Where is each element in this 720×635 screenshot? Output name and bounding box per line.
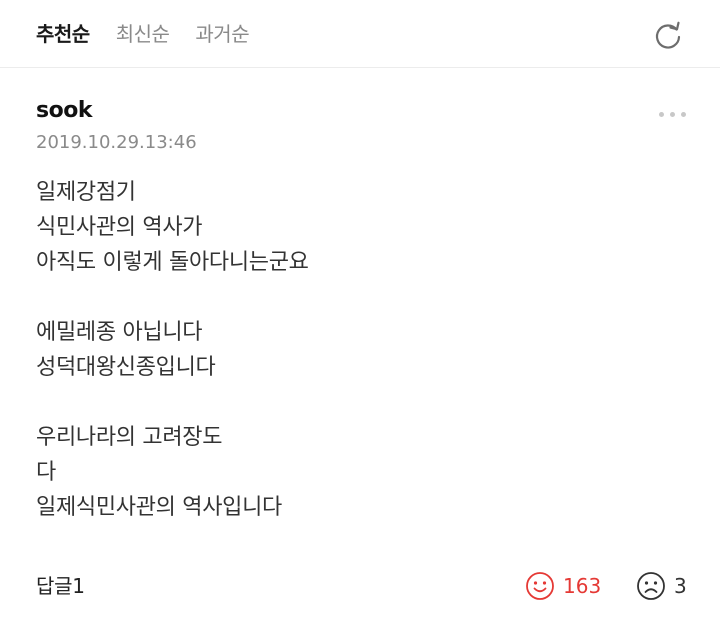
comment-body: 일제강점기 식민사관의 역사가 아직도 이렇게 돌아다니는군요 에밀레종 아닙니… bbox=[36, 175, 656, 525]
comment-line: 성덕대왕신종입니다 bbox=[36, 355, 216, 380]
dislike-button[interactable]: 3 bbox=[636, 568, 687, 604]
more-dots-icon[interactable] bbox=[659, 109, 689, 119]
refresh-icon[interactable] bbox=[651, 18, 685, 52]
comment-line: 식민사관의 역사가 bbox=[36, 215, 203, 240]
sort-bar: 추천순 최신순 과거순 bbox=[0, 0, 720, 68]
comment-line bbox=[36, 385, 656, 420]
sort-tab-recommended[interactable]: 추천순 bbox=[36, 18, 90, 50]
sort-tab-oldest[interactable]: 과거순 bbox=[195, 18, 249, 50]
like-button[interactable]: 163 bbox=[525, 568, 601, 604]
reply-button[interactable]: 답글1 bbox=[36, 568, 85, 604]
dislike-count: 3 bbox=[674, 574, 687, 598]
comment-footer: 답글1 163 3 bbox=[36, 568, 687, 604]
sort-tab-newest[interactable]: 최신순 bbox=[116, 18, 170, 50]
comment-line bbox=[36, 280, 656, 315]
comment-line: 다 bbox=[36, 460, 56, 485]
smile-icon bbox=[525, 571, 555, 601]
more-dot bbox=[659, 111, 664, 117]
comment-line: 아직도 이렇게 돌아다니는군요 bbox=[36, 250, 309, 275]
comment-item: sook 2019.10.29.13:46 일제강점기 식민사관의 역사가 아직… bbox=[36, 95, 689, 520]
comment-line: 에밀레종 아닙니다 bbox=[36, 320, 203, 345]
comment-page: 추천순 최신순 과거순 sook 2019.10.29.13:46 일제강점기 … bbox=[0, 0, 720, 635]
comment-author[interactable]: sook bbox=[36, 95, 686, 127]
sort-tabs: 추천순 최신순 과거순 bbox=[36, 18, 250, 50]
comment-line: 일제식민사관의 역사입니다 bbox=[36, 495, 282, 520]
comment-line: 일제강점기 bbox=[36, 180, 136, 205]
comment-line: 우리나라의 고려장도 bbox=[36, 425, 223, 450]
more-dot bbox=[670, 111, 675, 117]
more-dot bbox=[681, 111, 686, 117]
like-count: 163 bbox=[563, 574, 602, 598]
comment-timestamp: 2019.10.29.13:46 bbox=[36, 132, 197, 153]
frown-icon bbox=[636, 571, 666, 601]
